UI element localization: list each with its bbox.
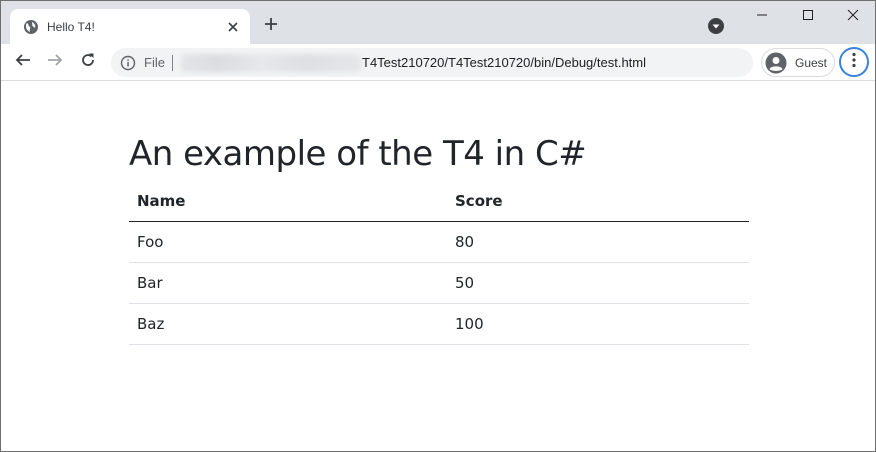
tab-strip: Hello T4! [1, 1, 875, 44]
close-icon[interactable] [224, 18, 242, 36]
globe-icon [23, 19, 39, 35]
tab-title: Hello T4! [47, 20, 95, 34]
reload-icon [80, 52, 96, 73]
account-icon [765, 52, 787, 74]
minimize-button[interactable] [739, 3, 785, 31]
tab-hello-t4[interactable]: Hello T4! [10, 9, 250, 44]
maximize-icon [802, 8, 814, 26]
page-content: An example of the T4 in C# Name Score Fo… [1, 82, 875, 451]
cell-name: Bar [129, 262, 447, 304]
forward-button[interactable] [42, 49, 68, 75]
info-icon[interactable] [120, 55, 136, 71]
new-tab-button[interactable] [260, 15, 282, 37]
back-arrow-icon [15, 52, 31, 73]
table-row: Baz 100 [129, 303, 749, 345]
cell-name: Foo [129, 221, 447, 263]
reload-button[interactable] [75, 49, 101, 75]
url-text: T4Test210720/T4Test210720/bin/Debug/test… [362, 55, 647, 70]
browser-window: Hello T4! File T4Test210720/T4Test210720… [0, 0, 876, 452]
page-heading: An example of the T4 in C# [129, 134, 587, 174]
profile-button[interactable]: Guest [761, 48, 835, 77]
maximize-button[interactable] [785, 3, 831, 31]
forward-arrow-icon [47, 52, 63, 73]
toolbar: File T4Test210720/T4Test210720/bin/Debug… [1, 44, 875, 81]
close-window-button[interactable] [830, 3, 875, 31]
profile-label: Guest [795, 56, 828, 70]
minimize-icon [756, 8, 768, 26]
back-button[interactable] [10, 49, 36, 75]
cell-score: 80 [447, 221, 749, 263]
address-bar[interactable]: File T4Test210720/T4Test210720/bin/Debug… [111, 48, 753, 77]
scores-table: Name Score Foo 80 Bar 50 Baz 100 [129, 181, 749, 345]
table-row: Foo 80 [129, 221, 749, 263]
cell-score: 50 [447, 262, 749, 304]
redacted-path [181, 54, 361, 72]
browser-menu-button[interactable] [839, 47, 869, 77]
cell-score: 100 [447, 303, 749, 345]
cell-name: Baz [129, 303, 447, 345]
column-header-name: Name [129, 181, 447, 222]
plus-icon [264, 17, 278, 36]
tab-search-icon[interactable] [707, 17, 725, 35]
scheme-label: File [144, 55, 165, 70]
table-header-row: Name Score [129, 181, 749, 222]
kebab-menu-icon [852, 52, 856, 73]
table-row: Bar 50 [129, 262, 749, 304]
address-separator [172, 55, 173, 71]
column-header-score: Score [447, 181, 749, 222]
close-window-icon [847, 8, 859, 26]
